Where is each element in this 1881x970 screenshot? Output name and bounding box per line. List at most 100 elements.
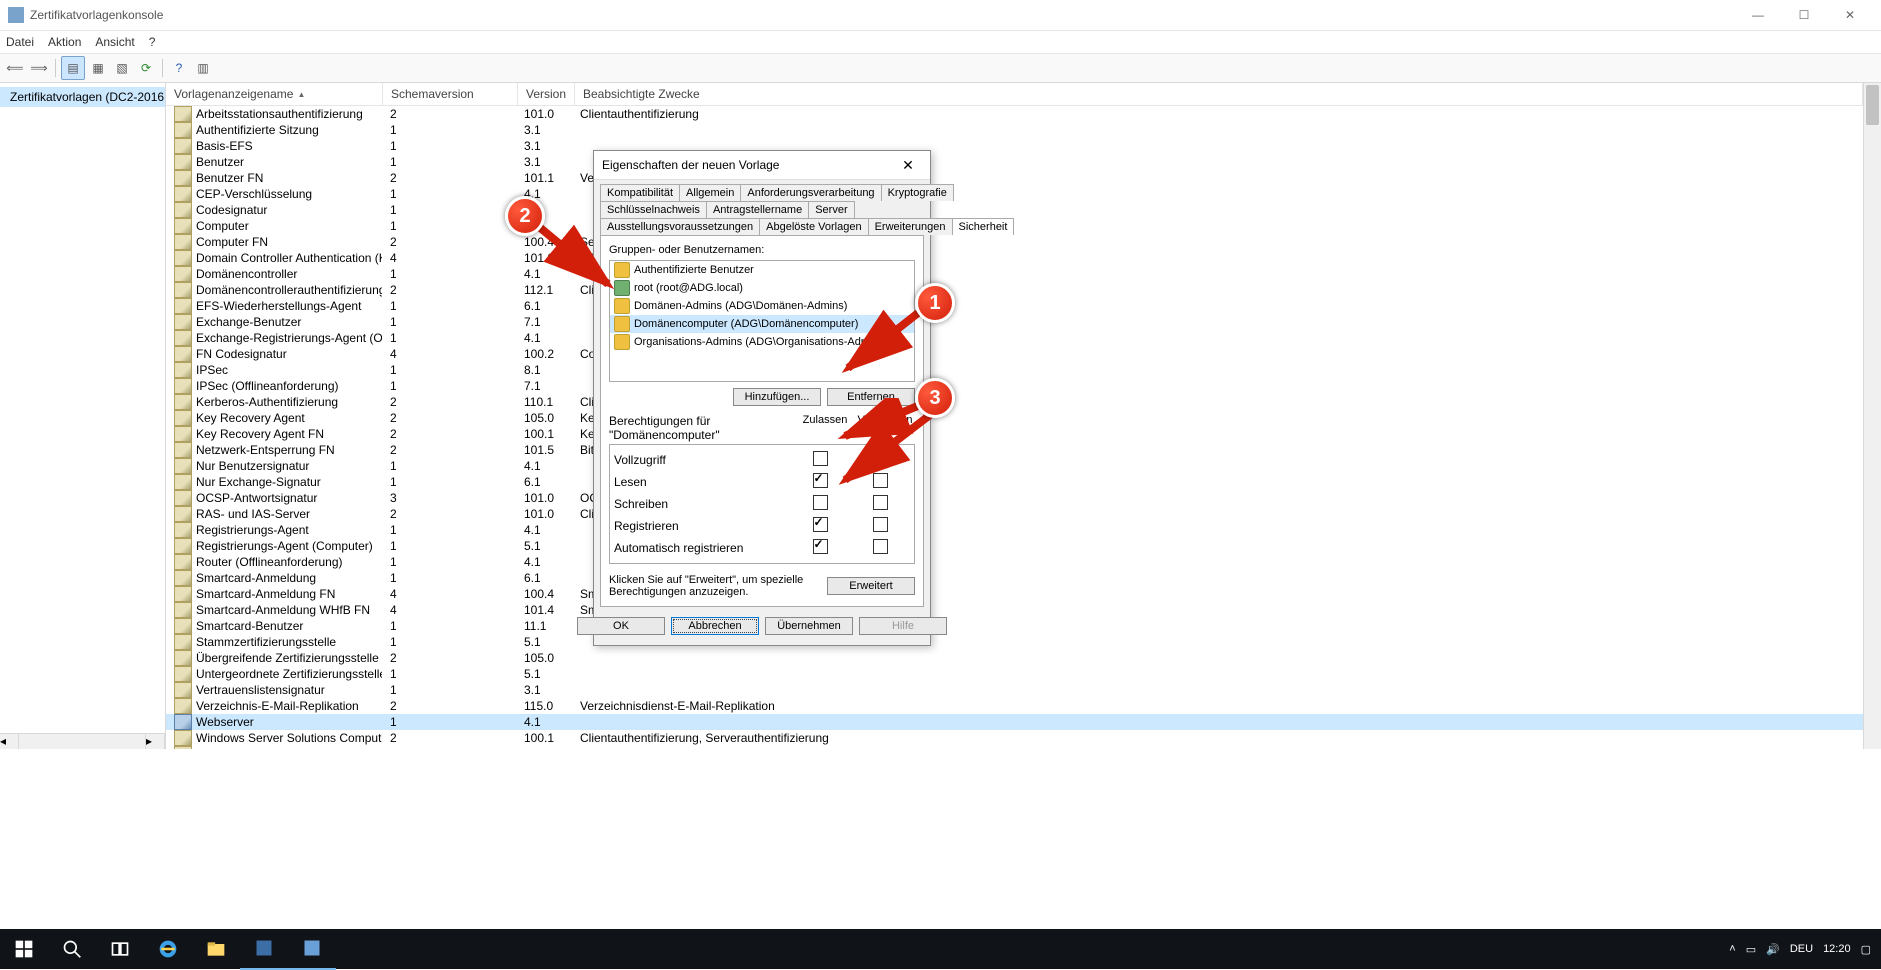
table-row[interactable]: Domänencontroller 1 4.1 xyxy=(166,266,1863,282)
col-name[interactable]: Vorlagenanzeigename▲ xyxy=(166,83,383,105)
tray-lang[interactable]: DEU xyxy=(1790,943,1813,955)
table-row[interactable]: CEP-Verschlüsselung 1 4.1 xyxy=(166,186,1863,202)
table-row[interactable]: Computer FN 2 100.4 Serverauthenti... xyxy=(166,234,1863,250)
table-row[interactable]: Codesignatur 1 3.1 xyxy=(166,202,1863,218)
tab-abgel-ste-vorlagen[interactable]: Abgelöste Vorlagen xyxy=(759,218,868,235)
table-row[interactable]: Router (Offlineanforderung) 1 4.1 xyxy=(166,554,1863,570)
table-row[interactable]: Domänencontrollerauthentifizierung 2 112… xyxy=(166,282,1863,298)
cancel-button[interactable]: Abbrechen xyxy=(671,617,759,635)
tray-notifications-icon[interactable]: ▢ xyxy=(1861,943,1871,956)
list-header[interactable]: Vorlagenanzeigename▲ Schemaversion Versi… xyxy=(166,83,1863,106)
scrollbar-thumb[interactable] xyxy=(1866,85,1879,125)
taskbar-app-2[interactable] xyxy=(288,928,336,970)
search-button[interactable] xyxy=(48,929,96,969)
deny-checkbox[interactable] xyxy=(873,539,888,554)
table-row[interactable]: FN Codesignatur 4 100.2 Codesignatur xyxy=(166,346,1863,362)
tray-sound-icon[interactable]: 🔊 xyxy=(1766,943,1780,956)
col-schema[interactable]: Schemaversion xyxy=(383,83,518,105)
table-row[interactable]: Benutzer FN 2 101.1 Verschlüsselnd... xyxy=(166,170,1863,186)
menu-file[interactable]: Datei xyxy=(6,35,34,49)
table-row[interactable]: Smartcard-Anmeldung FN 4 100.4 Smartcard… xyxy=(166,586,1863,602)
properties-button[interactable]: ▦ xyxy=(87,57,109,79)
table-row[interactable]: Exchange-Benutzer 1 7.1 xyxy=(166,314,1863,330)
allow-checkbox[interactable] xyxy=(813,495,828,510)
menu-help[interactable]: ? xyxy=(149,35,156,49)
explorer-icon[interactable] xyxy=(192,929,240,969)
table-row[interactable]: IPSec (Offlineanforderung) 1 7.1 xyxy=(166,378,1863,394)
table-row[interactable]: Computer 1 5.1 xyxy=(166,218,1863,234)
tray-network-icon[interactable]: ▭ xyxy=(1746,943,1756,956)
col-version[interactable]: Version xyxy=(518,83,575,105)
taskbar-app-1[interactable] xyxy=(240,928,288,970)
group-item[interactable]: root (root@ADG.local) xyxy=(610,279,914,297)
tab-server[interactable]: Server xyxy=(808,201,854,218)
table-row[interactable]: Übergreifende Zertifizierungsstelle 2 10… xyxy=(166,650,1863,666)
table-row[interactable]: Arbeitsstationsauthentifizierung 2 101.0… xyxy=(166,106,1863,122)
start-button[interactable] xyxy=(0,929,48,969)
help-button[interactable]: Hilfe xyxy=(859,617,947,635)
deny-checkbox[interactable] xyxy=(873,495,888,510)
allow-checkbox[interactable] xyxy=(813,517,828,532)
table-row[interactable]: IPSec 1 8.1 xyxy=(166,362,1863,378)
table-row[interactable]: Domain Controller Authentication (Kerbe.… xyxy=(166,250,1863,266)
table-row[interactable]: Kerberos-Authentifizierung 2 110.1 Clien… xyxy=(166,394,1863,410)
group-item[interactable]: Authentifizierte Benutzer xyxy=(610,261,914,279)
export-button[interactable]: ▧ xyxy=(111,57,133,79)
table-row[interactable]: Verzeichnis-E-Mail-Replikation 2 115.0 V… xyxy=(166,698,1863,714)
table-row[interactable]: OCSP-Antwortsignatur 3 101.0 OCSP-Signat… xyxy=(166,490,1863,506)
ok-button[interactable]: OK xyxy=(577,617,665,635)
advanced-button[interactable]: Erweitert xyxy=(827,577,915,595)
tray-time[interactable]: 12:20 xyxy=(1823,943,1851,955)
table-row[interactable]: RAS- und IAS-Server 2 101.0 Clientauthen… xyxy=(166,506,1863,522)
tree-root-item[interactable]: Zertifikatvorlagen (DC2-2016.AD... xyxy=(0,87,165,107)
allow-checkbox[interactable] xyxy=(813,473,828,488)
table-row[interactable]: Registrierungs-Agent (Computer) 1 5.1 xyxy=(166,538,1863,554)
table-row[interactable]: Key Recovery Agent 2 105.0 Key Recovery … xyxy=(166,410,1863,426)
dialog-close-button[interactable]: ✕ xyxy=(894,151,922,179)
table-row[interactable]: Nur Benutzersignatur 1 4.1 xyxy=(166,458,1863,474)
table-row[interactable]: Windows Server Solutions Computer Cer...… xyxy=(166,730,1863,746)
tab-schl-sselnachweis[interactable]: Schlüsselnachweis xyxy=(600,201,707,218)
table-row[interactable]: EFS-Wiederherstellungs-Agent 1 6.1 xyxy=(166,298,1863,314)
menu-view[interactable]: Ansicht xyxy=(95,35,134,49)
help-button[interactable]: ? xyxy=(168,57,190,79)
show-hide-tree-button[interactable]: ▤ xyxy=(61,56,85,80)
tab-kryptografie[interactable]: Kryptografie xyxy=(881,184,954,201)
tab-sicherheit[interactable]: Sicherheit xyxy=(952,218,1015,235)
table-row[interactable]: Smartcard-Benutzer 1 11.1 xyxy=(166,618,1863,634)
nav-back-button[interactable]: ⟸ xyxy=(4,57,26,79)
apply-button[interactable]: Übernehmen xyxy=(765,617,853,635)
nav-forward-button[interactable]: ⟹ xyxy=(28,57,50,79)
table-row[interactable]: Nur Exchange-Signatur 1 6.1 xyxy=(166,474,1863,490)
table-row[interactable]: Smartcard-Anmeldung WHfB FN 4 101.4 Smar… xyxy=(166,602,1863,618)
table-row[interactable]: Benutzer 1 3.1 xyxy=(166,154,1863,170)
table-row[interactable]: Stammzertifizierungsstelle 1 5.1 xyxy=(166,634,1863,650)
menu-action[interactable]: Aktion xyxy=(48,35,81,49)
refresh-button[interactable]: ⟳ xyxy=(135,57,157,79)
tab-kompatibilit-t[interactable]: Kompatibilität xyxy=(600,184,680,201)
allow-checkbox[interactable] xyxy=(813,451,828,466)
table-row[interactable]: Netzwerk-Entsperrung FN 2 101.5 BitLocke… xyxy=(166,442,1863,458)
deny-checkbox[interactable] xyxy=(873,517,888,532)
ie-icon[interactable] xyxy=(144,929,192,969)
table-row[interactable]: Authentifizierte Sitzung 1 3.1 xyxy=(166,122,1863,138)
close-button[interactable]: ✕ xyxy=(1827,0,1873,30)
taskbar[interactable]: ˄ ▭ 🔊 DEU 12:20 ▢ xyxy=(0,929,1881,969)
table-row[interactable]: Basis-EFS 1 3.1 xyxy=(166,138,1863,154)
table-row[interactable]: Webserver 1 4.1 xyxy=(166,714,1863,730)
options-button[interactable]: ▥ xyxy=(192,57,214,79)
table-row[interactable]: Untergeordnete Zertifizierungsstelle 1 5… xyxy=(166,666,1863,682)
tray-chevron-icon[interactable]: ˄ xyxy=(1729,943,1735,955)
tab-anforderungsverarbeitung[interactable]: Anforderungsverarbeitung xyxy=(740,184,881,201)
tab-antragstellername[interactable]: Antragstellername xyxy=(706,201,809,218)
minimize-button[interactable]: — xyxy=(1735,0,1781,30)
tab-erweiterungen[interactable]: Erweiterungen xyxy=(868,218,953,235)
tab-allgemein[interactable]: Allgemein xyxy=(679,184,741,201)
table-row[interactable]: Exchange-Registrierungs-Agent (Offlinea.… xyxy=(166,330,1863,346)
table-row[interactable]: Vertrauenslistensignatur 1 3.1 xyxy=(166,682,1863,698)
col-purpose[interactable]: Beabsichtigte Zwecke xyxy=(575,83,1863,105)
table-row[interactable]: Registrierungs-Agent 1 4.1 xyxy=(166,522,1863,538)
add-button[interactable]: Hinzufügen... xyxy=(733,388,821,406)
table-row[interactable]: Smartcard-Anmeldung 1 6.1 xyxy=(166,570,1863,586)
taskview-button[interactable] xyxy=(96,929,144,969)
